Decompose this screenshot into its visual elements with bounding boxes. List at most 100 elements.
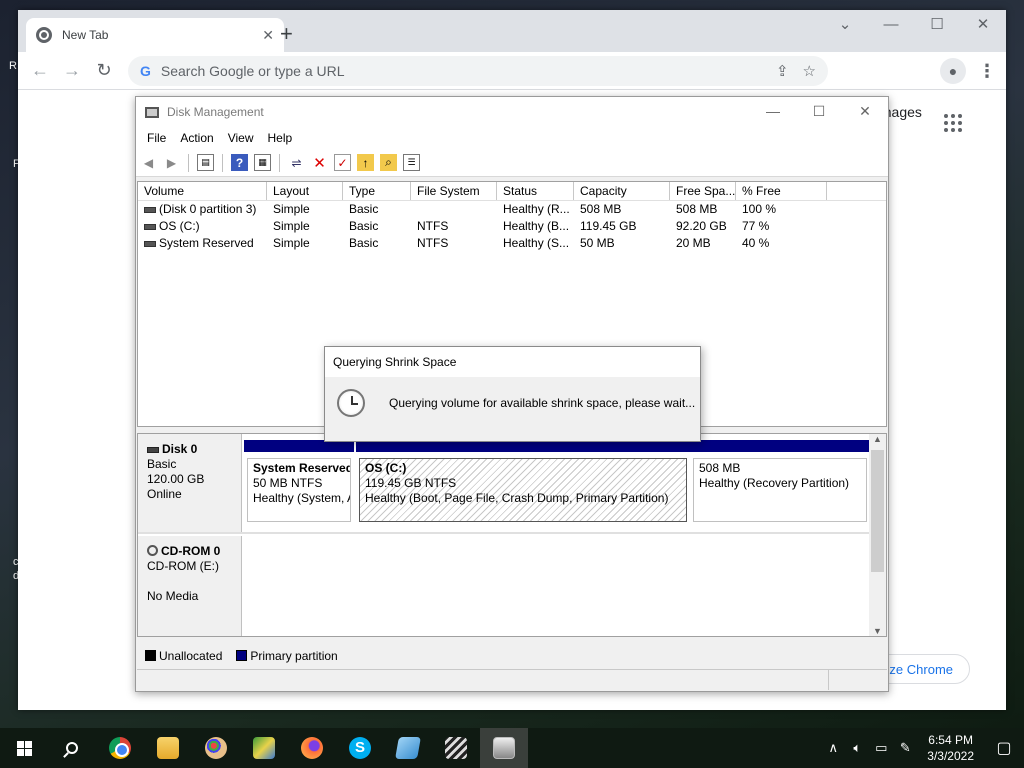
table-row[interactable]: OS (C:) Simple Basic NTFS Healthy (B... …: [138, 218, 886, 235]
delete-icon[interactable]: ✕: [311, 154, 328, 172]
chrome-tabstrip: New Tab ✕ + ⌄ — ☐ ✕: [18, 10, 1006, 52]
bookmark-star-icon[interactable]: ☆: [803, 62, 816, 80]
taskbar-firefox[interactable]: [288, 728, 336, 768]
dm-titlebar[interactable]: Disk Management — ☐ ✕: [136, 97, 888, 127]
col-volume[interactable]: Volume: [138, 182, 267, 200]
forward-icon[interactable]: ▶: [163, 154, 180, 171]
partition-recovery[interactable]: 508 MB Healthy (Recovery Partition): [690, 440, 870, 526]
taskbar-skype[interactable]: S: [336, 728, 384, 768]
cdrom-icon: [147, 545, 158, 556]
volume-icon[interactable]: 🔈︎: [845, 740, 869, 756]
google-apps-icon[interactable]: [944, 114, 962, 132]
col-type[interactable]: Type: [343, 182, 411, 200]
show-hide-tree-icon[interactable]: ▤: [197, 154, 214, 171]
volume-name: OS (C:): [159, 219, 200, 233]
chrome-menu-icon[interactable]: ⋮: [978, 61, 996, 82]
col-filesystem[interactable]: File System: [411, 182, 497, 200]
partition-system-reserved[interactable]: System Reserved 50 MB NTFS Healthy (Syst…: [244, 440, 354, 526]
network-icon[interactable]: ▭: [869, 740, 893, 756]
dm-minimize-icon[interactable]: —: [750, 97, 796, 125]
menu-file[interactable]: File: [140, 131, 173, 145]
taskbar-chrome[interactable]: [96, 728, 144, 768]
menu-view[interactable]: View: [221, 131, 261, 145]
back-icon[interactable]: ◀: [140, 154, 157, 171]
disk0-type: Basic: [147, 457, 177, 471]
menu-help[interactable]: Help: [261, 131, 300, 145]
scrollbar-thumb[interactable]: [871, 450, 884, 572]
partition-legend: Unallocated Primary partition: [137, 645, 887, 667]
new-tab-plus-icon[interactable]: +: [280, 23, 293, 45]
taskbar-disk-management[interactable]: [480, 728, 528, 768]
firefox-icon: [301, 737, 323, 759]
check-icon[interactable]: ✓: [334, 154, 351, 171]
folder-search-icon[interactable]: ⌕: [380, 154, 397, 171]
querying-shrink-dialog: Querying Shrink Space Querying volume fo…: [324, 346, 701, 442]
properties-pane-icon[interactable]: ▦: [254, 154, 271, 171]
cdrom0-label[interactable]: CD-ROM 0 CD-ROM (E:) No Media: [138, 536, 242, 636]
share-icon[interactable]: ⇪: [776, 62, 789, 80]
volume-capacity: 119.45 GB: [580, 219, 637, 233]
volume-capacity: 50 MB: [580, 236, 615, 250]
legend-primary: Primary partition: [250, 649, 338, 663]
notifications-icon[interactable]: ▢: [984, 738, 1024, 758]
forward-arrow-icon[interactable]: →: [56, 60, 88, 81]
reload-icon[interactable]: ↻: [88, 60, 120, 81]
taskbar-video-editor[interactable]: [432, 728, 480, 768]
omnibox[interactable]: G Search Google or type a URL ⇪ ☆: [128, 56, 828, 86]
folder-up-icon[interactable]: ↑: [357, 154, 374, 171]
taskbar-maps[interactable]: [240, 728, 288, 768]
tab-new-tab[interactable]: New Tab ✕: [26, 18, 284, 52]
start-button[interactable]: [0, 728, 48, 768]
pen-icon[interactable]: ✎: [893, 740, 917, 756]
taskbar-file-explorer[interactable]: [144, 728, 192, 768]
volume-filesystem: [411, 201, 497, 218]
hard-disk-icon: [147, 447, 159, 453]
col-percent-free[interactable]: % Free: [736, 182, 827, 200]
scroll-down-icon[interactable]: ▼: [869, 626, 886, 636]
col-layout[interactable]: Layout: [267, 182, 343, 200]
connect-icon[interactable]: ⇌: [288, 154, 305, 171]
help-icon[interactable]: ?: [231, 154, 248, 171]
back-arrow-icon[interactable]: ←: [24, 60, 56, 81]
profile-avatar-icon[interactable]: ●: [940, 58, 966, 84]
menu-action[interactable]: Action: [173, 131, 220, 145]
scroll-up-icon[interactable]: ▲: [869, 434, 886, 444]
dm-title: Disk Management: [167, 105, 264, 119]
col-capacity[interactable]: Capacity: [574, 182, 670, 200]
maximize-icon[interactable]: ☐: [914, 10, 960, 42]
show-hidden-icons-chevron[interactable]: ∧: [821, 740, 845, 756]
dialog-title[interactable]: Querying Shrink Space: [325, 347, 700, 377]
partition-size: 119.45 GB NTFS: [365, 476, 457, 490]
disk-management-app-icon: [145, 106, 159, 118]
dm-statusbar: [137, 669, 887, 690]
disk-pane-scrollbar[interactable]: ▲ ▼: [869, 434, 886, 636]
dm-close-icon[interactable]: ✕: [842, 97, 888, 125]
disk0-label[interactable]: Disk 0 Basic 120.00 GB Online: [138, 434, 242, 532]
volume-name: System Reserved: [159, 236, 254, 250]
volume-layout: Simple: [273, 236, 310, 250]
minimize-icon[interactable]: —: [868, 10, 914, 42]
taskbar: S ∧ 🔈︎ ▭ ✎ 6:54 PM 3/3/2022 ▢: [0, 728, 1024, 768]
table-row[interactable]: (Disk 0 partition 3) Simple Basic Health…: [138, 201, 886, 218]
table-row[interactable]: System Reserved Simple Basic NTFS Health…: [138, 235, 886, 252]
taskbar-notepad[interactable]: [384, 728, 432, 768]
windows-logo-icon: [16, 740, 32, 756]
col-free-space[interactable]: Free Spa...: [670, 182, 736, 200]
taskbar-paint[interactable]: [192, 728, 240, 768]
list-view-icon[interactable]: ☰: [403, 154, 420, 171]
close-icon[interactable]: ✕: [960, 10, 1006, 42]
clock-date: 3/3/2022: [927, 749, 974, 763]
dm-menubar: File Action View Help: [136, 127, 888, 149]
cdrom0-drive: CD-ROM (E:): [147, 559, 219, 573]
volume-status: Healthy (R...: [503, 202, 570, 216]
tab-close-icon[interactable]: ✕: [262, 27, 274, 44]
search-button[interactable]: [48, 728, 96, 768]
tab-search-chevron-icon[interactable]: ⌄: [822, 10, 868, 42]
volume-free-space: 92.20 GB: [676, 219, 727, 233]
col-status[interactable]: Status: [497, 182, 574, 200]
dm-maximize-icon[interactable]: ☐: [796, 97, 842, 125]
volume-type: Basic: [349, 236, 379, 250]
partition-os-c[interactable]: OS (C:) 119.45 GB NTFS Healthy (Boot, Pa…: [356, 440, 690, 526]
taskbar-clock[interactable]: 6:54 PM 3/3/2022: [917, 732, 984, 764]
volume-filesystem: NTFS: [417, 236, 449, 250]
